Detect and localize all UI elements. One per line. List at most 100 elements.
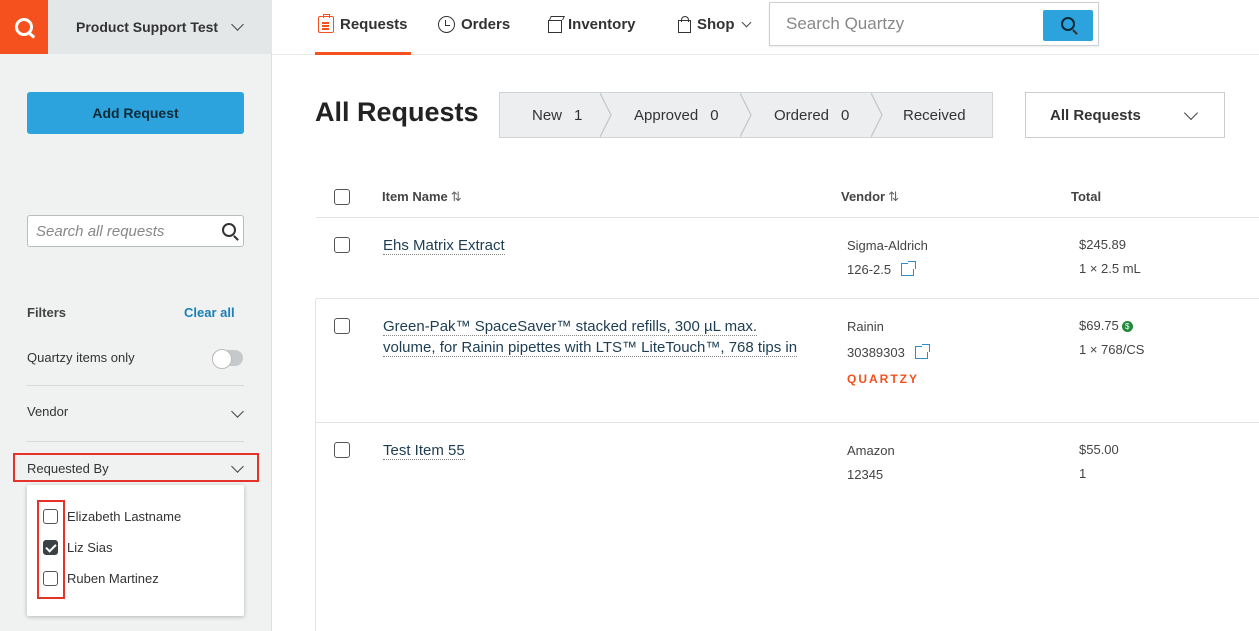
table-row[interactable]: Test Item 55 Amazon 12345 $55.00 1 — [316, 423, 1259, 631]
filters-heading: Filters — [27, 305, 67, 320]
vendor-name: Rainin — [847, 319, 884, 334]
row-checkbox[interactable] — [334, 318, 350, 334]
search-icon[interactable] — [222, 223, 236, 237]
requester-name: Liz Sias — [67, 540, 113, 555]
quartzy-only-toggle[interactable] — [212, 349, 243, 369]
table-left-border — [315, 299, 316, 631]
requested-by-label: Requested By — [27, 461, 109, 476]
step-label: New — [532, 106, 563, 124]
item-name-link[interactable]: Test Item 55 — [383, 440, 465, 461]
step-count: 0 — [841, 106, 850, 124]
checkbox-highlight-box — [37, 500, 65, 599]
step-separator — [740, 93, 752, 137]
catalog-number: 12345 — [847, 467, 883, 482]
step-count: 1 — [574, 106, 583, 124]
step-new[interactable]: New 1 — [532, 93, 582, 137]
org-switcher[interactable]: Product Support Test — [48, 0, 272, 54]
tab-inventory[interactable]: Inventory — [548, 16, 636, 33]
tab-label: Inventory — [568, 16, 636, 33]
quantity: 1 × 2.5 mL — [1079, 261, 1141, 276]
bag-icon — [678, 15, 691, 33]
global-search-input[interactable] — [786, 14, 1036, 34]
column-vendor[interactable]: Vendor ⇅ — [841, 189, 899, 205]
vendor-filter[interactable]: Vendor — [27, 404, 68, 419]
active-tab-indicator — [315, 52, 411, 55]
catalog-text: 30389303 — [847, 345, 905, 360]
vendor-name: Sigma-Aldrich — [847, 238, 928, 253]
chevron-down-icon — [741, 17, 751, 28]
tab-label: Orders — [461, 16, 511, 33]
step-separator — [871, 93, 883, 137]
tab-shop[interactable]: Shop — [678, 15, 751, 33]
step-received[interactable]: Received — [903, 93, 978, 137]
step-approved[interactable]: Approved 0 — [634, 93, 719, 137]
top-nav: Requests Orders Inventory Shop — [272, 0, 1259, 55]
sidebar-search — [27, 215, 244, 247]
chevron-down-icon — [1183, 105, 1199, 121]
global-search-button[interactable] — [1043, 10, 1093, 41]
item-name-link[interactable]: Green-Pak™ SpaceSaver™ stacked refills, … — [383, 316, 798, 358]
quartzy-brand-logo: QUARTZY — [847, 372, 919, 386]
chevron-down-icon — [231, 18, 244, 31]
column-item-name[interactable]: Item Name ⇅ — [382, 189, 462, 205]
requester-name: Elizabeth Lastname — [67, 509, 182, 524]
table-row[interactable]: Ehs Matrix Extract Sigma-Aldrich 126-2.5… — [316, 218, 1259, 299]
external-link-icon[interactable] — [901, 261, 917, 276]
page-title: All Requests — [315, 97, 479, 127]
add-request-button[interactable]: Add Request — [27, 92, 244, 134]
column-label: Vendor — [841, 189, 886, 204]
quartzy-only-label: Quartzy items only — [27, 350, 135, 365]
divider — [27, 441, 244, 442]
row-checkbox[interactable] — [334, 237, 350, 253]
step-label: Received — [903, 106, 966, 124]
catalog-text: 12345 — [847, 467, 884, 482]
quartzy-logo-icon[interactable] — [0, 0, 48, 54]
table-row[interactable]: Green-Pak™ SpaceSaver™ stacked refills, … — [316, 299, 1259, 423]
tab-orders[interactable]: Orders — [438, 16, 510, 33]
price: $55.00 — [1079, 442, 1119, 457]
external-link-icon[interactable] — [914, 344, 930, 359]
requested-by-filter[interactable]: Requested By — [13, 453, 259, 482]
step-label: Ordered — [774, 106, 830, 124]
chevron-down-icon — [231, 460, 244, 473]
table-header: Item Name ⇅ Vendor ⇅ Total — [316, 177, 1259, 218]
tab-requests[interactable]: Requests — [318, 14, 408, 33]
requester-name: Ruben Martinez — [67, 571, 159, 586]
quantity: 1 × 768/CS — [1079, 342, 1145, 357]
price: $245.89 — [1079, 237, 1126, 252]
tab-label: Requests — [340, 16, 408, 33]
divider — [27, 385, 244, 386]
org-name: Product Support Test — [76, 19, 219, 35]
box-icon — [548, 19, 562, 33]
search-requests-input[interactable] — [36, 222, 216, 240]
item-name-text: Ehs Matrix Extract — [383, 237, 505, 255]
price: $69.75 $ — [1079, 318, 1133, 333]
sort-icon[interactable]: ⇅ — [888, 189, 899, 204]
item-name-text: Green-Pak™ SpaceSaver™ stacked refills, … — [383, 318, 758, 336]
quantity: 1 — [1079, 466, 1087, 481]
catalog-text: 126-2.5 — [847, 262, 892, 277]
sort-icon[interactable]: ⇅ — [451, 189, 462, 204]
item-name-text: volume, for Rainin pipettes with LTS™ Li… — [383, 339, 798, 357]
clipboard-icon — [318, 14, 334, 33]
vendor-name: Amazon — [847, 443, 895, 458]
item-name-text: Test Item 55 — [383, 442, 465, 460]
column-label: Item Name — [382, 189, 448, 204]
step-separator — [600, 93, 612, 137]
search-icon — [1061, 17, 1075, 31]
item-name-link[interactable]: Ehs Matrix Extract — [383, 235, 505, 256]
chevron-down-icon[interactable] — [231, 405, 244, 418]
view-select[interactable]: All Requests — [1025, 92, 1225, 138]
price-text: $69.75 — [1079, 318, 1119, 333]
clear-all-link[interactable]: Clear all — [184, 305, 235, 320]
column-total: Total — [1071, 189, 1102, 204]
select-all-checkbox[interactable] — [334, 189, 350, 205]
dollar-badge-icon: $ — [1121, 321, 1133, 332]
step-label: Approved — [634, 106, 699, 124]
catalog-number: 126-2.5 — [847, 261, 917, 277]
step-ordered[interactable]: Ordered 0 — [774, 93, 849, 137]
step-count: 0 — [710, 106, 719, 124]
row-checkbox[interactable] — [334, 442, 350, 458]
view-select-value: All Requests — [1050, 107, 1141, 124]
catalog-number: 30389303 — [847, 344, 930, 360]
